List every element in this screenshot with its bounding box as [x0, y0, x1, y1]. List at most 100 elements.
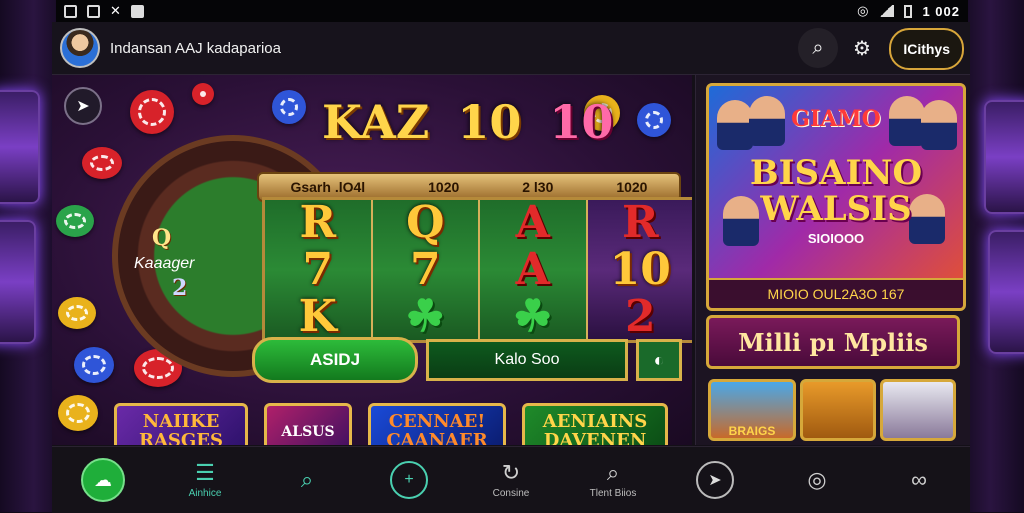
game-thumbnails: NAIIKE RASGES ALSUS CENNAE! CAANAER AENI… [114, 403, 668, 445]
promo-headline-line: BISAINO [749, 153, 923, 193]
nav-add[interactable]: + [358, 447, 460, 513]
promo-footer: MIOIO OUL2A3O 167 [709, 278, 963, 308]
reel-symbol: ☘ [513, 290, 553, 342]
reel-symbol: 7 [302, 243, 334, 295]
nav-label: Consine [492, 487, 530, 499]
nav-label: Tlent Biios [589, 487, 637, 499]
bet-button[interactable]: Kalo Soo [426, 339, 628, 381]
nav-tlent-biios[interactable]: ⌕ Tlent Biios [562, 447, 664, 513]
target-icon: ◎ [807, 467, 827, 492]
avatar[interactable] [60, 28, 100, 68]
title-word: 10 [457, 95, 522, 149]
promo-subtext: SIOIOOO [807, 231, 865, 246]
payline-value: Gsarh .lO4l [290, 179, 366, 195]
send-icon: ➤ [696, 461, 734, 499]
nav-archive[interactable]: ☰ Ainhice [154, 447, 256, 513]
title-word: KAZ [322, 95, 430, 149]
game-thumbnail[interactable]: NAIIKE RASGES [114, 403, 248, 445]
settings-button[interactable]: ⚙ [842, 28, 882, 68]
reel: R 7 K [265, 200, 373, 340]
nav-search[interactable]: ⌕ [256, 447, 358, 513]
auto-play-button[interactable]: ◐ [636, 339, 682, 381]
app-window: Indansan AAJ kadaparioa ⌕ ⚙ ICithys ➤ Q … [52, 22, 970, 513]
slot-machine-image [988, 230, 1024, 354]
reel-symbol: K [298, 290, 337, 342]
search-button[interactable]: ⌕ [798, 28, 838, 68]
reel-symbol: 10 [609, 243, 671, 295]
reel: R 10 2 [587, 197, 692, 342]
close-icon: ✕ [110, 3, 121, 18]
casino-chip [192, 83, 214, 105]
reel-symbol: 2 [624, 290, 656, 342]
home-icon: ☁ [81, 458, 125, 502]
reel: Q 7 ☘ [372, 197, 480, 342]
payline-value: 2 l30 [522, 179, 554, 195]
promo-banner[interactable]: Milli pı Mpliis [706, 315, 960, 369]
promo-card[interactable]: GIAMO BISAINO WALSIS SIOIOOO MIOIO OUL2A… [706, 83, 966, 311]
reel-symbol: R [621, 197, 659, 249]
game-mini-thumbnail[interactable] [800, 379, 876, 441]
slot-game-area[interactable]: ➤ Q Kaaager 2 KAZ 10 10 Gsarh .lO4l 1020… [52, 75, 692, 445]
status-bar: ✕ ◎ 1 002 [56, 0, 968, 22]
game-controls: ASIDJ Kalo Soo ◐ [252, 337, 682, 383]
alarm-icon: ◎ [857, 3, 869, 18]
nav-more[interactable]: ∞ [868, 447, 970, 513]
plus-icon: + [390, 461, 428, 499]
casino-chip [272, 90, 306, 124]
slot-machine-image [0, 90, 40, 204]
reel-symbol: R [299, 197, 337, 249]
wheel-label: Kaaager [134, 255, 195, 272]
status-time: 1 002 [922, 3, 960, 19]
casino-chip [130, 90, 174, 134]
casino-chip [58, 297, 96, 329]
search-icon: ⌕ [300, 467, 314, 492]
promo-headline-line: WALSIS [760, 188, 912, 229]
wheel-number: 2 [172, 275, 188, 301]
nav-home[interactable]: ☁ [52, 447, 154, 513]
gear-icon: ⚙ [853, 37, 871, 60]
payline-value: 1020 [428, 179, 460, 195]
game-mini-thumbnail[interactable] [880, 379, 956, 441]
image-icon [64, 4, 77, 18]
search-icon: ⌕ [812, 36, 824, 59]
promo-top-text: GIAMO [791, 106, 881, 132]
casino-chip [637, 103, 671, 137]
game-thumbnail[interactable]: ALSUS [264, 403, 352, 445]
navigation-arrow-icon: ➤ [76, 98, 90, 115]
app-icon [130, 4, 144, 18]
signal-icon [878, 5, 895, 17]
casino-chip [58, 395, 98, 431]
reel: A A ☘ [480, 200, 588, 340]
game-mini-thumbnail[interactable]: BRAIGS [708, 379, 796, 441]
game-thumbnail[interactable]: CENNAE! CAANAER [368, 403, 506, 445]
reel-symbol: ☘ [405, 290, 445, 342]
magnifier-icon: ⌕ [606, 459, 620, 485]
slot-machine-image [984, 100, 1024, 214]
nav-send[interactable]: ➤ [664, 447, 766, 513]
casino-chip [56, 205, 94, 237]
app-header: Indansan AAJ kadaparioa ⌕ ⚙ ICithys [52, 22, 970, 75]
reel-symbol: A [515, 197, 550, 249]
reel-symbol: 7 [409, 243, 441, 295]
infinity-icon: ∞ [911, 467, 927, 492]
reel-symbol: Q [406, 197, 445, 249]
promo-headline: BISAINO WALSIS [709, 153, 963, 229]
left-casino-backdrop [0, 0, 56, 512]
account-button[interactable]: ICithys [889, 28, 964, 70]
slot-machine-image [0, 220, 36, 344]
right-casino-backdrop [968, 0, 1024, 512]
reel-symbol: A [515, 243, 550, 295]
title-word: 10 [549, 95, 614, 149]
navigate-button[interactable]: ➤ [64, 87, 102, 125]
archive-icon: ☰ [195, 459, 215, 485]
mail-icon [87, 4, 100, 18]
app-title: Indansan AAJ kadaparioa [110, 39, 281, 57]
auto-icon: ◐ [653, 349, 665, 370]
nav-consine[interactable]: ↻ Consine [460, 447, 562, 513]
nav-label: Ainhice [188, 487, 222, 499]
game-thumbnail[interactable]: AENIAINS DAVENEN [522, 403, 668, 445]
casino-chip [82, 147, 122, 179]
casino-chip [74, 347, 114, 383]
spin-button[interactable]: ASIDJ [252, 337, 418, 383]
nav-target[interactable]: ◎ [766, 447, 868, 513]
